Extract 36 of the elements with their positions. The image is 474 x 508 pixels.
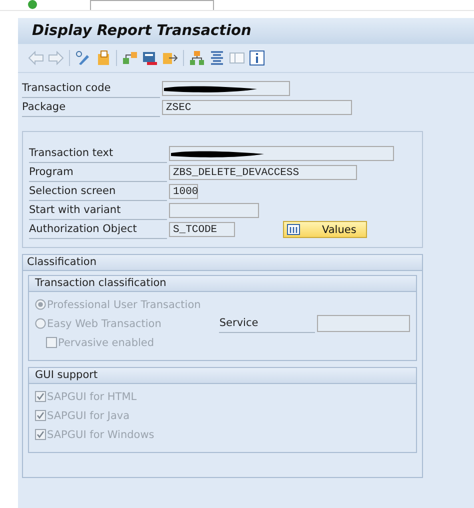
option-label: Pervasive enabled — [58, 336, 154, 348]
option-label: SAPGUI for Windows — [47, 428, 154, 440]
field-label: Transaction text — [29, 144, 167, 162]
field-label: Start with variant — [29, 202, 167, 220]
input-field[interactable]: ZBS_DELETE_DEVACCESS — [169, 165, 357, 180]
option-label: SAPGUI for HTML — [47, 390, 137, 402]
link-icon[interactable] — [122, 50, 138, 66]
field-label: Service — [219, 314, 316, 332]
table-icon — [287, 224, 300, 235]
group-title: Classification — [23, 255, 422, 271]
field-label: Package — [22, 98, 160, 116]
status-icon[interactable] — [28, 0, 37, 9]
field-label: Program — [29, 164, 167, 182]
input-field[interactable] — [169, 203, 259, 218]
input-field[interactable] — [317, 315, 410, 332]
screen-icon[interactable] — [142, 50, 158, 66]
option-label: Easy Web Transaction — [47, 318, 162, 330]
pencil-icon[interactable] — [75, 50, 91, 66]
values-button[interactable]: Values — [283, 221, 367, 238]
field-label: Authorization Object — [29, 220, 167, 238]
input-field[interactable]: ZSEC — [162, 100, 352, 115]
document-icon[interactable] — [95, 50, 111, 66]
input-field[interactable] — [169, 146, 394, 161]
option-label: Professional User Transaction — [47, 298, 201, 310]
field-label: Selection screen — [29, 182, 167, 200]
input-field[interactable]: 1000 — [169, 184, 198, 199]
input-field[interactable]: S_TCODE — [169, 222, 235, 237]
group-title: Transaction classification — [29, 276, 416, 292]
info-icon[interactable] — [249, 50, 265, 66]
group-title: GUI support — [29, 368, 416, 384]
list-icon[interactable] — [209, 50, 225, 66]
hierarchy-icon[interactable] — [189, 50, 205, 66]
option-label: SAPGUI for Java — [47, 410, 130, 422]
export-icon[interactable] — [162, 50, 178, 66]
input-field[interactable] — [162, 81, 290, 96]
field-label: Transaction code — [22, 80, 160, 98]
